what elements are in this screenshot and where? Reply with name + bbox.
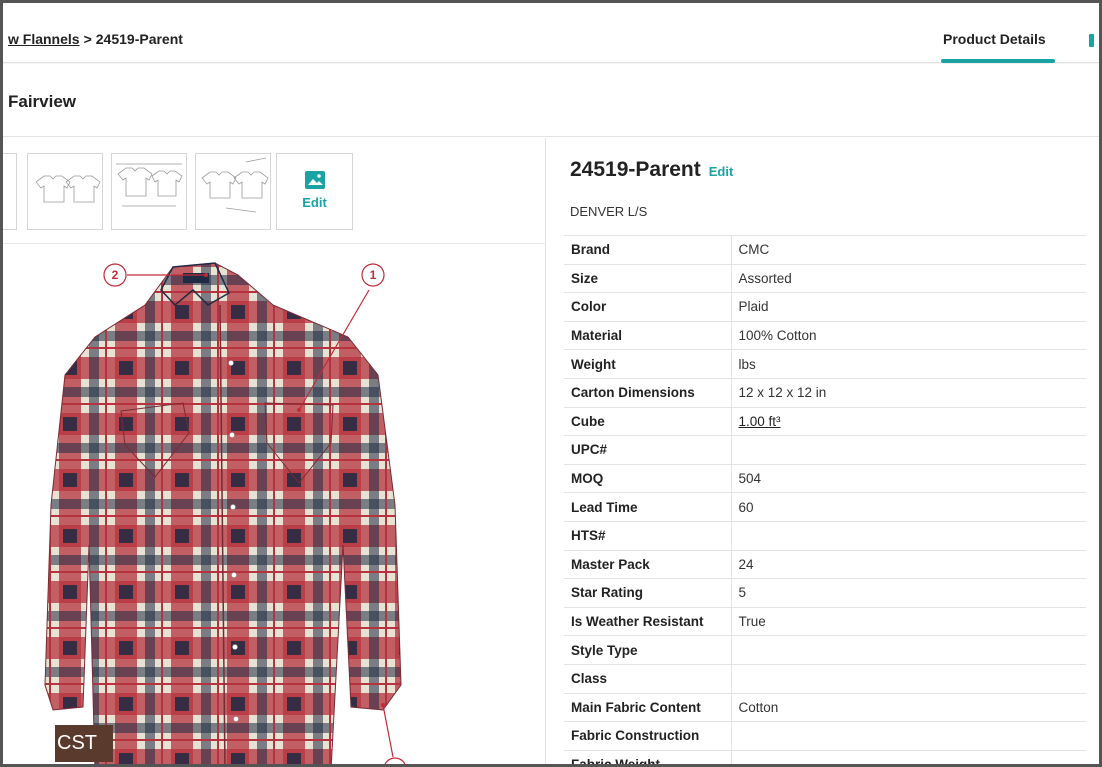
callout-label: 1 — [370, 268, 377, 282]
table-row: Main Fabric Content Cotton — [564, 693, 1086, 723]
product-photo: 2 1 3 — [3, 245, 546, 767]
spec-key: Fabric Weight — [564, 750, 732, 764]
table-row: Class — [564, 664, 1086, 694]
table-row: Material 100% Cotton — [564, 321, 1086, 351]
spec-value — [731, 664, 1086, 694]
edit-images-button[interactable]: Edit — [276, 153, 353, 230]
spec-key: Cube — [564, 407, 732, 437]
callout-label: 2 — [112, 268, 119, 282]
cube-value-link[interactable]: 1.00 ft³ — [739, 414, 781, 429]
spec-key: Lead Time — [564, 492, 732, 522]
spec-value: 504 — [731, 464, 1086, 494]
table-row: Fabric Weight — [564, 750, 1086, 764]
product-title-row: 24519-Parent Edit — [570, 158, 733, 182]
image-panel: Edit 2 1 CST — [3, 138, 546, 767]
table-row: Star Rating 5 — [564, 578, 1086, 608]
spec-value: 60 — [731, 492, 1086, 522]
active-tab-indicator — [941, 59, 1055, 63]
spec-value: Cotton — [731, 693, 1086, 723]
spec-key: Main Fabric Content — [564, 693, 732, 723]
spec-key: Carton Dimensions — [564, 378, 732, 408]
shirt-sketch-icon — [201, 157, 269, 213]
spec-key: Brand — [564, 235, 732, 265]
spec-value: 5 — [731, 578, 1086, 608]
table-row: Carton Dimensions 12 x 12 x 12 in — [564, 378, 1086, 408]
specs-table: Brand CMC Size Assorted Color Plaid Materia… — [564, 235, 1086, 764]
spec-value: lbs — [731, 349, 1086, 379]
next-tab-edge[interactable] — [1089, 34, 1094, 47]
edit-images-label: Edit — [302, 195, 327, 210]
spec-key: Star Rating — [564, 578, 732, 608]
store-header: Fairview — [3, 64, 1099, 137]
table-row: Size Assorted — [564, 264, 1086, 294]
spec-value-cell: 1.00 ft³ — [731, 407, 1086, 437]
spec-value — [731, 750, 1086, 764]
spec-key: Master Pack — [564, 550, 732, 580]
spec-key: Weight — [564, 349, 732, 379]
table-row: Lead Time 60 — [564, 492, 1086, 522]
table-row: Master Pack 24 — [564, 550, 1086, 580]
edit-product-button[interactable]: Edit — [709, 164, 734, 179]
table-row: Brand CMC — [564, 235, 1086, 265]
shirt-sketch-icon — [35, 175, 101, 203]
tab-product-details[interactable]: Product Details — [943, 31, 1046, 47]
spec-value: Plaid — [731, 292, 1086, 322]
spec-value: 100% Cotton — [731, 321, 1086, 351]
spec-key: HTS# — [564, 521, 732, 551]
spec-value: CMC — [731, 235, 1086, 265]
table-row: Fabric Construction — [564, 721, 1086, 751]
spec-value — [731, 435, 1086, 465]
table-row: MOQ 504 — [564, 464, 1086, 494]
spec-key: UPC# — [564, 435, 732, 465]
product-details-panel: 24519-Parent Edit DENVER L/S Brand CMC Siz… — [547, 138, 1099, 764]
spec-key: MOQ — [564, 464, 732, 494]
top-navigation-bar: w Flannels >24519-Parent Product Details — [3, 3, 1099, 63]
spec-value: 12 x 12 x 12 in — [731, 378, 1086, 408]
table-row: Weight lbs — [564, 349, 1086, 379]
table-row: Style Type — [564, 635, 1086, 665]
thumbnail-strip: Edit — [3, 138, 546, 244]
breadcrumb-separator: > — [83, 31, 92, 47]
spec-key: Style Type — [564, 635, 732, 665]
spec-key: Material — [564, 321, 732, 351]
table-row: UPC# — [564, 435, 1086, 465]
thumbnail-image[interactable] — [3, 153, 17, 230]
spec-key: Is Weather Resistant — [564, 607, 732, 637]
spec-value — [731, 721, 1086, 751]
table-row: Color Plaid — [564, 292, 1086, 322]
plaid-shirt-image: 2 1 3 — [44, 262, 406, 767]
spec-value: True — [731, 607, 1086, 637]
spec-value — [731, 521, 1086, 551]
table-row: Cube 1.00 ft³ — [564, 407, 1086, 437]
shirt-sketch-icon — [116, 163, 183, 207]
thumbnail-image[interactable] — [27, 153, 103, 230]
store-name: Fairview — [8, 92, 77, 111]
thumbnail-image[interactable] — [111, 153, 187, 230]
table-row: HTS# — [564, 521, 1086, 551]
product-subtitle: DENVER L/S — [570, 204, 648, 219]
product-title: 24519-Parent — [570, 158, 701, 181]
spec-key: Color — [564, 292, 732, 322]
table-row: Is Weather Resistant True — [564, 607, 1086, 637]
spec-key: Class — [564, 664, 732, 694]
spec-value — [731, 635, 1086, 665]
spec-value: 24 — [731, 550, 1086, 580]
breadcrumb-parent-link[interactable]: w Flannels — [8, 31, 80, 47]
logo-badge-text: CST — [55, 726, 113, 762]
callout-label: 3 — [392, 762, 399, 767]
breadcrumb: w Flannels >24519-Parent — [8, 31, 183, 47]
breadcrumb-current: 24519-Parent — [95, 31, 183, 47]
app-frame: w Flannels >24519-Parent Product Details … — [0, 0, 1102, 767]
spec-key: Size — [564, 264, 732, 294]
spec-key: Fabric Construction — [564, 721, 732, 751]
image-icon — [304, 171, 325, 189]
spec-value: Assorted — [731, 264, 1086, 294]
thumbnail-image[interactable] — [195, 153, 271, 230]
